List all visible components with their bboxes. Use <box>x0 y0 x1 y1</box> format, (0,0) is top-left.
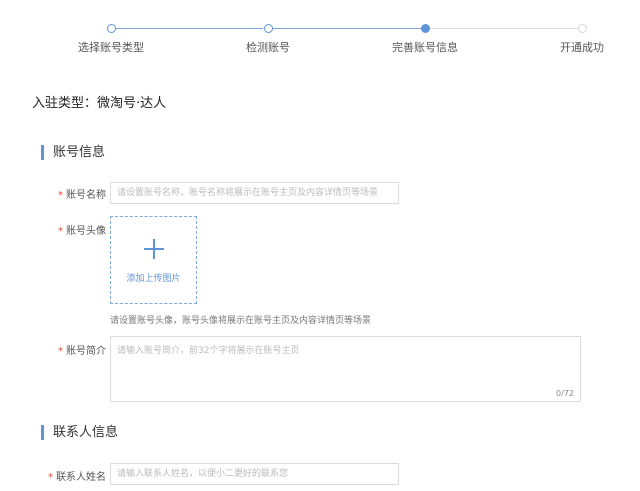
account-name-label-text: 账号名称 <box>66 190 106 201</box>
upload-text: 添加上传图片 <box>126 274 181 284</box>
required-mark: * <box>58 190 63 201</box>
required-mark: * <box>58 346 63 357</box>
account-name-label: * 账号名称 <box>58 186 106 201</box>
step-label-check-account: 检测账号 <box>246 41 290 54</box>
section-title-contact: 联系人信息 <box>41 425 118 440</box>
step-connector-3 <box>430 28 578 29</box>
step-dot-4 <box>578 24 587 33</box>
avatar-label-text: 账号头像 <box>66 226 106 237</box>
avatar-hint: 请设置账号头像，账号头像将展示在账号主页及内容详情页等场景 <box>110 316 372 326</box>
required-mark: * <box>58 226 63 237</box>
bio-label: * 账号简介 <box>58 342 106 357</box>
avatar-label: * 账号头像 <box>58 222 106 237</box>
contact-name-label: * 联系人姓名 <box>48 468 106 483</box>
bio-label-text: 账号简介 <box>66 346 106 357</box>
bio-textarea[interactable]: 请输入账号简介，前32个字将展示在账号主页 0/72 <box>110 336 581 402</box>
required-mark: * <box>48 472 53 483</box>
step-dot-1 <box>107 24 116 33</box>
plus-icon <box>144 239 164 259</box>
entry-type: 入驻类型：微淘号·达人 <box>32 96 167 111</box>
account-name-input[interactable]: 请设置账号名称，账号名称将展示在账号主页及内容详情页等场景 <box>110 182 399 204</box>
step-connector-2 <box>272 28 421 29</box>
step-label-success: 开通成功 <box>560 41 604 54</box>
bio-char-counter: 0/72 <box>556 389 574 398</box>
step-label-select-type: 选择账号类型 <box>78 41 144 54</box>
step-dot-3 <box>421 24 430 33</box>
step-connector-1 <box>115 28 263 29</box>
contact-name-input[interactable]: 请输入联系人姓名，以便小二更好的联系您 <box>110 463 399 485</box>
contact-name-label-text: 联系人姓名 <box>56 472 106 483</box>
step-dot-2 <box>264 24 273 33</box>
bio-placeholder: 请输入账号简介，前32个字将展示在账号主页 <box>117 346 300 356</box>
avatar-upload-button[interactable]: 添加上传图片 <box>110 216 197 304</box>
section-title-account: 账号信息 <box>41 145 105 160</box>
step-progress: 选择账号类型 检测账号 完善账号信息 开通成功 <box>0 0 640 70</box>
step-label-complete-info: 完善账号信息 <box>392 41 458 54</box>
